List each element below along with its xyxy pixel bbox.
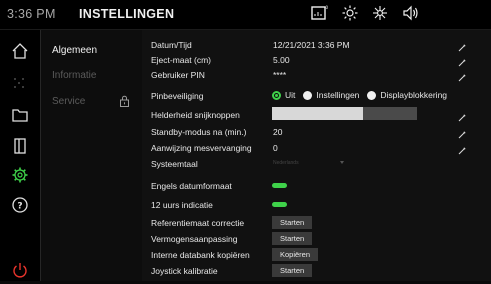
speaker-icon[interactable] (402, 5, 420, 21)
vermogens-label: Vermogensaanpassing (151, 234, 238, 244)
submenu-item-service[interactable]: Service (52, 96, 85, 107)
radio-displayblokkering-label: Displayblokkering (380, 90, 448, 100)
referentiemaat-label: Referentiemaat correctie (151, 218, 245, 228)
nav-rail: ? (0, 30, 40, 281)
submenu-item-algemeen[interactable]: Algemeen (52, 45, 97, 56)
edit-helderheid-icon[interactable] (457, 110, 467, 122)
gebruiker-pin-value: **** (273, 70, 287, 80)
grid-icon[interactable] (11, 75, 29, 93)
referentiemaat-start-button[interactable]: Starten (272, 216, 313, 229)
joystick-label: Joystick kalibratie (151, 266, 218, 276)
radio-uit-dot[interactable] (272, 90, 281, 100)
standby-value: 20 (273, 127, 283, 137)
gebruiker-pin-label: Gebruiker PIN (151, 70, 205, 80)
edit-standby-icon[interactable] (457, 127, 467, 139)
edit-gebruiker-pin-icon[interactable] (457, 70, 467, 82)
help-icon[interactable]: ? (11, 196, 29, 214)
engels-datum-label: Engels datumformaat (151, 181, 232, 191)
joystick-start-button[interactable]: Starten (272, 264, 313, 277)
edit-datum-tijd-icon[interactable] (457, 40, 467, 52)
pinbeveiliging-radio-group: Uit Instellingen Displayblokkering (272, 90, 447, 100)
settings-panel: Datum/Tijd 12/21/2021 3:36 PM Eject-maat… (142, 30, 491, 281)
systeemtaal-select[interactable]: Nederlands (273, 160, 299, 166)
vermogens-start-button[interactable]: Starten (272, 232, 313, 245)
svg-text:?: ? (17, 202, 22, 212)
uurs-indicatie-toggle[interactable] (272, 202, 287, 207)
submenu-item-informatie[interactable]: Informatie (52, 70, 96, 81)
submenu: Algemeen Informatie Service (41, 30, 142, 281)
helderheid-label: Helderheid snijknoppen (151, 110, 240, 120)
folder-icon[interactable] (11, 106, 29, 124)
databank-label: Interne databank kopiëren (151, 250, 250, 260)
radio-instellingen[interactable]: Instellingen (303, 90, 359, 100)
edit-eject-maat-icon[interactable] (457, 55, 467, 67)
datum-tijd-value: 12/21/2021 3:36 PM (273, 40, 350, 50)
eject-maat-value: 5.00 (273, 55, 290, 65)
helderheid-slider-fill (272, 107, 364, 120)
radio-instellingen-dot[interactable] (303, 90, 313, 100)
pinbeveiliging-label: Pinbeveiliging (151, 91, 204, 101)
radio-displayblokkering[interactable]: Displayblokkering (367, 90, 447, 100)
sun-icon[interactable] (342, 5, 358, 21)
scale-icon[interactable]: 0 (310, 4, 328, 22)
lock-icon (119, 94, 130, 112)
databank-copy-button[interactable]: Kopiëren (272, 248, 319, 261)
standby-label: Standby-modus na (min.) (151, 127, 247, 137)
mesvervanging-value: 0 (273, 143, 278, 153)
clock: 3:36 PM (7, 7, 56, 21)
systeemtaal-label: Systeemtaal (151, 159, 198, 169)
radio-instellingen-label: Instellingen (316, 90, 360, 100)
radio-uit-label: Uit (285, 90, 296, 100)
page-title: INSTELLINGEN (79, 7, 175, 21)
eject-maat-label: Eject-maat (cm) (151, 55, 211, 65)
status-icons: 0 (310, 4, 420, 22)
chevron-down-icon[interactable] (340, 161, 344, 164)
datum-tijd-label: Datum/Tijd (151, 40, 192, 50)
svg-text:0: 0 (326, 5, 329, 10)
uurs-indicatie-label: 12 uurs indicatie (151, 200, 213, 210)
home-icon[interactable] (11, 42, 29, 60)
edit-mesvervanging-icon[interactable] (457, 143, 467, 155)
power-icon[interactable] (11, 261, 29, 279)
mesvervanging-label: Aanwijzing mesvervanging (151, 143, 252, 153)
engels-datum-toggle[interactable] (272, 183, 287, 188)
lamp-icon[interactable] (372, 5, 388, 21)
radio-displayblokkering-dot[interactable] (367, 90, 377, 100)
radio-uit[interactable]: Uit (272, 90, 295, 100)
top-bar: 3:36 PM INSTELLINGEN 0 (0, 0, 491, 29)
door-icon[interactable] (11, 137, 29, 155)
helderheid-slider[interactable] (272, 107, 417, 120)
gear-icon[interactable] (11, 166, 29, 184)
